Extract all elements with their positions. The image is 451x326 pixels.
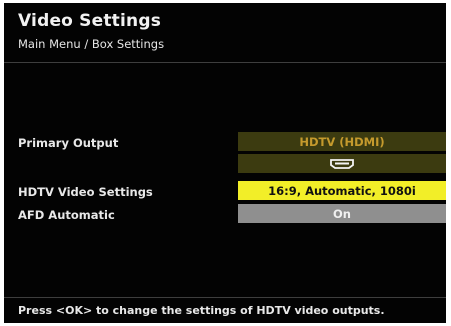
tv-screen: Video Settings Main Menu / Box Settings … <box>4 3 446 323</box>
primary-output-value[interactable]: HDTV (HDMI) <box>238 132 446 151</box>
output-connector-cell <box>238 154 446 173</box>
hdtv-video-settings-value[interactable]: 16:9, Automatic, 1080i <box>238 181 446 200</box>
hdtv-video-settings-label: HDTV Video Settings <box>18 185 153 199</box>
afd-automatic-value[interactable]: On <box>238 204 446 223</box>
help-hint: Press <OK> to change the settings of HDT… <box>18 304 385 317</box>
hdmi-connector-icon <box>330 158 354 169</box>
primary-output-label: Primary Output <box>18 136 119 150</box>
header-divider <box>4 62 446 63</box>
page-title: Video Settings <box>18 11 162 31</box>
afd-automatic-label: AFD Automatic <box>18 208 115 222</box>
breadcrumb: Main Menu / Box Settings <box>18 37 165 51</box>
footer-divider <box>4 297 446 298</box>
